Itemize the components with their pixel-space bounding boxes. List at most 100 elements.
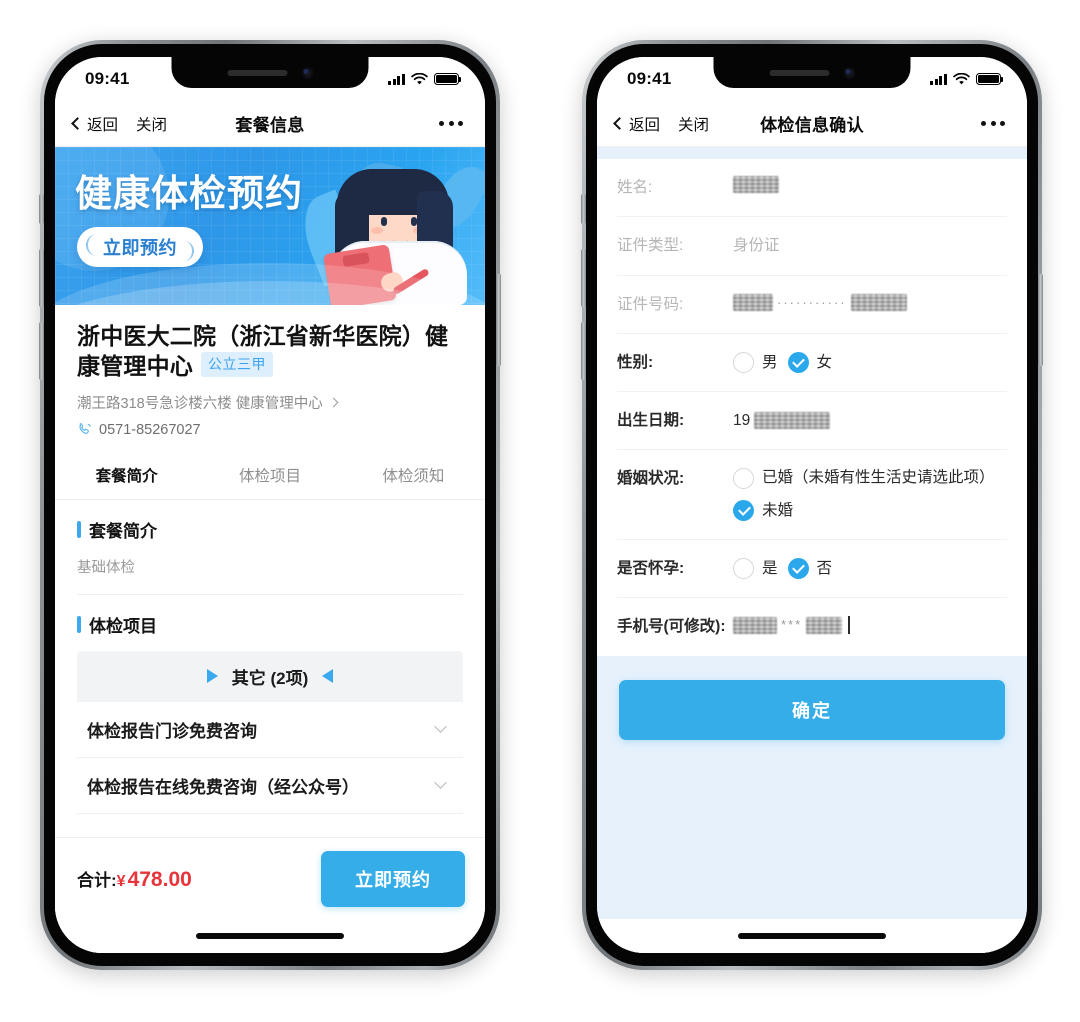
chevron-down-icon[interactable] bbox=[434, 720, 447, 734]
banner-cta-button[interactable]: 立即预约 bbox=[77, 227, 203, 267]
battery-icon bbox=[976, 73, 1004, 85]
form-row-gender[interactable]: 性别: 男 女 bbox=[617, 334, 1007, 392]
chevron-left-icon bbox=[613, 117, 626, 130]
total-label: 合计: bbox=[77, 871, 117, 890]
hospital-phone: 0571-85267027 bbox=[99, 421, 201, 438]
form-label-id-number: 证件号码: bbox=[617, 295, 684, 313]
list-item-label: 体检报告在线免费咨询（经公众号） bbox=[87, 777, 359, 797]
radio-icon[interactable] bbox=[733, 468, 754, 490]
promo-banner[interactable]: 健康体检预约 立即预约 bbox=[55, 147, 485, 305]
mute-switch-right[interactable] bbox=[581, 194, 586, 224]
radio-option-pregnant-no[interactable]: 否 bbox=[787, 557, 832, 580]
form-label-marital-status: 婚姻状况: bbox=[617, 470, 685, 488]
hospital-name-block: 浙中医大二院（浙江省新华医院）健康管理中心 公立三甲 bbox=[77, 321, 463, 382]
chevron-down-icon[interactable] bbox=[434, 776, 447, 790]
hospital-address: 潮王路318号急诊楼六楼 健康管理中心 bbox=[77, 395, 323, 412]
list-item[interactable]: 体检报告在线免费咨询（经公众号） bbox=[77, 758, 463, 814]
item-group-header[interactable]: 其它 (2项) bbox=[77, 650, 463, 702]
left-content: 健康体检预约 立即预约 浙中医大二院（浙江省新华医院）健康管理中心 公立三甲 潮王… bbox=[55, 147, 485, 953]
notch-right bbox=[713, 57, 911, 88]
redacted-value bbox=[733, 293, 773, 311]
radio-checked-icon[interactable] bbox=[733, 500, 754, 522]
left-scroll-area[interactable]: 健康体检预约 立即预约 浙中医大二院（浙江省新华医院）健康管理中心 公立三甲 潮王… bbox=[55, 147, 485, 837]
home-indicator-area-right bbox=[597, 919, 1027, 953]
volume-down-button-right[interactable] bbox=[581, 322, 586, 380]
form-row-birthdate[interactable]: 出生日期: 19 bbox=[617, 392, 1007, 451]
redacted-value bbox=[733, 616, 777, 634]
section-accent-bar bbox=[77, 520, 81, 538]
home-indicator[interactable] bbox=[738, 933, 886, 939]
radio-option-male[interactable]: 男 bbox=[733, 351, 778, 374]
id-mask: ··········· bbox=[777, 294, 847, 310]
screen-left: 09:41 返回 关闭 套餐信息 健康体检预约 立即预约 浙中医大二院（浙江省新… bbox=[55, 57, 485, 953]
redacted-value bbox=[733, 176, 779, 193]
confirm-area: 确定 bbox=[597, 656, 1027, 740]
redacted-value bbox=[754, 412, 831, 430]
signal-bars-icon bbox=[930, 73, 947, 85]
power-button-right[interactable] bbox=[1038, 274, 1043, 366]
back-button[interactable]: 返回 bbox=[613, 113, 660, 135]
form-row-phone[interactable]: 手机号(可修改): *** bbox=[617, 598, 1007, 655]
earpiece-speaker-icon bbox=[227, 69, 287, 76]
volume-up-button-right[interactable] bbox=[581, 249, 586, 307]
hospital-info: 浙中医大二院（浙江省新华医院）健康管理中心 公立三甲 潮王路318号急诊楼六楼 健… bbox=[55, 305, 485, 438]
list-item-label: 体检报告门诊免费咨询 bbox=[87, 721, 257, 741]
radio-option-single[interactable]: 未婚 bbox=[733, 500, 1007, 522]
right-spacer bbox=[597, 740, 1027, 919]
confirm-button[interactable]: 确定 bbox=[619, 679, 1005, 740]
package-intro-section: 套餐简介 基础体检 体检项目 其它 (2项) 体检报告门诊免费咨询 体检报告在线… bbox=[55, 500, 485, 814]
status-badge: 公立三甲 bbox=[201, 352, 273, 377]
chevron-right-icon bbox=[328, 397, 339, 408]
more-dots-icon[interactable] bbox=[981, 121, 1005, 126]
radio-icon[interactable] bbox=[733, 558, 754, 580]
phone-input[interactable]: *** bbox=[733, 615, 1007, 635]
hospital-address-row[interactable]: 潮王路318号急诊楼六楼 健康管理中心 bbox=[77, 392, 463, 413]
form-row-id-number[interactable]: 证件号码: ··········· bbox=[617, 276, 1007, 334]
redacted-value bbox=[806, 616, 843, 634]
currency-symbol: ¥ bbox=[116, 873, 126, 890]
mute-switch-left[interactable] bbox=[39, 194, 44, 224]
phone-left: 09:41 返回 关闭 套餐信息 健康体检预约 立即预约 浙中医大二院（浙江省新… bbox=[39, 40, 501, 970]
battery-icon bbox=[434, 73, 462, 85]
volume-up-button-left[interactable] bbox=[39, 249, 44, 307]
back-button[interactable]: 返回 bbox=[71, 113, 119, 135]
form-row-name[interactable]: 姓名: bbox=[617, 159, 1007, 218]
signal-bars-icon bbox=[388, 73, 405, 85]
radio-group-marital: 已婚（未婚有性生活史请选此项） 未婚 bbox=[733, 467, 1007, 522]
tab-exam-notice[interactable]: 体检须知 bbox=[342, 454, 485, 499]
wifi-icon bbox=[411, 72, 428, 84]
radio-option-pregnant-yes[interactable]: 是 bbox=[733, 557, 778, 580]
back-label: 返回 bbox=[87, 116, 119, 134]
home-indicator[interactable] bbox=[196, 933, 344, 939]
radio-checked-icon[interactable] bbox=[787, 351, 809, 373]
volume-down-button-left[interactable] bbox=[39, 322, 44, 380]
more-dots-icon[interactable] bbox=[439, 121, 463, 126]
form-row-pregnancy[interactable]: 是否怀孕: 是 否 bbox=[617, 540, 1007, 599]
radio-checked-icon[interactable] bbox=[787, 558, 809, 580]
close-button[interactable]: 关闭 bbox=[136, 113, 167, 135]
purchase-footer: 合计: ¥ 478.00 立即预约 bbox=[55, 837, 485, 919]
radio-icon[interactable] bbox=[733, 351, 754, 373]
list-item[interactable]: 体检报告门诊免费咨询 bbox=[77, 702, 463, 758]
book-now-button[interactable]: 立即预约 bbox=[321, 851, 465, 907]
triangle-right-icon bbox=[206, 669, 218, 684]
right-content: 姓名: 证件类型: 身份证 证件号码: ··········· 性别: 男 女 … bbox=[597, 147, 1027, 953]
power-button-left[interactable] bbox=[496, 274, 501, 366]
banner-title: 健康体检预约 bbox=[75, 173, 303, 214]
front-camera-icon bbox=[843, 66, 855, 79]
tab-exam-items[interactable]: 体检项目 bbox=[198, 454, 341, 499]
hospital-phone-row[interactable]: 0571-85267027 bbox=[77, 422, 463, 438]
radio-option-female[interactable]: 女 bbox=[787, 351, 832, 374]
form-row-marital-status[interactable]: 婚姻状况: 已婚（未婚有性生活史请选此项） 未婚 bbox=[617, 450, 1007, 541]
status-icons bbox=[930, 72, 1004, 86]
form-value-birthdate: 19 bbox=[733, 409, 1007, 432]
radio-option-married[interactable]: 已婚（未婚有性生活史请选此项） bbox=[733, 467, 1007, 490]
status-icons bbox=[388, 72, 462, 86]
front-camera-icon bbox=[301, 66, 313, 79]
radio-label: 是 bbox=[762, 560, 778, 578]
radio-label: 未婚 bbox=[762, 501, 794, 519]
notch-left bbox=[171, 57, 369, 88]
tab-package-intro[interactable]: 套餐简介 bbox=[55, 454, 198, 499]
close-button[interactable]: 关闭 bbox=[678, 113, 709, 135]
form-row-id-type[interactable]: 证件类型: 身份证 bbox=[617, 217, 1007, 276]
